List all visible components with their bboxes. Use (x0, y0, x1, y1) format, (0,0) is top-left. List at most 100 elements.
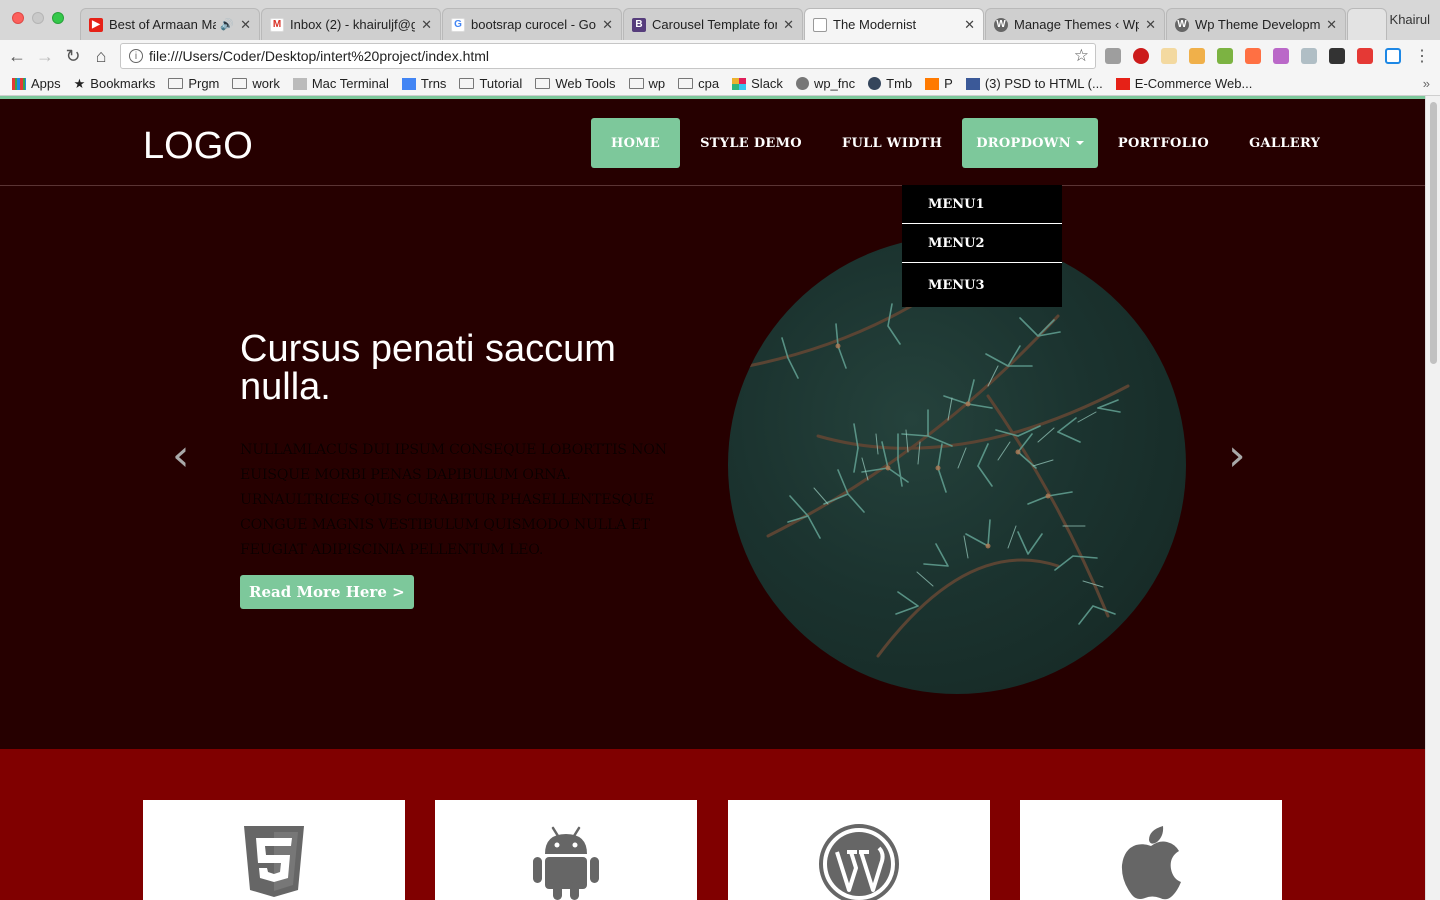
nav-home[interactable]: Home (591, 118, 681, 168)
bookmark-item[interactable]: wp (628, 76, 666, 91)
browser-tab[interactable]: G bootsrap curocel - Go ✕ (442, 8, 622, 40)
page-scrollbar[interactable] (1425, 96, 1440, 900)
bookmark-label: Web Tools (555, 76, 616, 91)
bookmark-star-icon[interactable]: ☆ (1074, 46, 1089, 66)
slack-icon (732, 77, 747, 90)
bookmark-item[interactable]: (3) PSD to HTML (... (965, 76, 1103, 91)
feature-card-apple[interactable] (1020, 800, 1282, 900)
browser-tab-active[interactable]: The Modernist ✕ (804, 8, 984, 40)
bookmark-item[interactable]: Tmb (868, 76, 912, 91)
bookmark-item[interactable]: Trns (401, 76, 446, 91)
dropdown-item-menu2[interactable]: Menu2 (902, 224, 1062, 263)
bookmark-label: Tmb (886, 76, 913, 91)
bookmark-label: Bookmarks (90, 76, 156, 91)
bookmark-item[interactable]: ★ Bookmarks (74, 76, 156, 92)
menu-dots-icon[interactable]: ⋮ (1411, 45, 1433, 67)
dropdown-item-menu1[interactable]: Menu1 (902, 185, 1062, 224)
notes-extension-icon[interactable] (1161, 48, 1177, 64)
feature-card-html5[interactable] (143, 800, 405, 900)
browser-tab[interactable]: M Inbox (2) - khairuljf@g ✕ (261, 8, 441, 40)
site-logo[interactable]: LOGO (143, 125, 253, 168)
picker-extension-icon[interactable] (1301, 48, 1317, 64)
caret-down-icon (1075, 141, 1084, 145)
bookmark-item[interactable]: wp_fnc (795, 76, 856, 91)
address-url: file:///Users/Coder/Desktop/intert%20pro… (149, 48, 490, 64)
bookmark-label: wp (648, 76, 666, 91)
wordpress-icon: W (1175, 17, 1189, 32)
bookmark-label: wp_fnc (813, 76, 856, 91)
bookmarks-overflow-button[interactable]: » (1423, 76, 1430, 91)
tab-title: Carousel Template for (652, 17, 778, 32)
close-tab-icon[interactable]: ✕ (1145, 17, 1156, 33)
bookmarks-bar: Apps ★ Bookmarks Prgm work Mac Terminal T… (0, 72, 1440, 96)
browser-tab[interactable]: W Wp Theme Developm ✕ (1166, 8, 1346, 40)
bookmark-item[interactable]: Mac Terminal (292, 76, 389, 91)
folder-icon (459, 78, 475, 89)
red-extension-icon[interactable] (1357, 48, 1373, 64)
profile-name[interactable]: Khairul (1390, 12, 1430, 27)
feature-card-wordpress[interactable] (728, 800, 990, 900)
close-tab-icon[interactable]: ✕ (421, 17, 432, 33)
zoom-window-button[interactable] (52, 12, 64, 24)
nav-portfolio[interactable]: Portfolio (1098, 118, 1229, 168)
close-window-button[interactable] (12, 12, 24, 24)
address-bar[interactable]: i file:///Users/Coder/Desktop/intert%20p… (120, 43, 1096, 69)
tab-title: The Modernist (833, 17, 917, 32)
browser-tab[interactable]: B Carousel Template for ✕ (623, 8, 803, 40)
bootstrap-icon: B (632, 17, 646, 32)
bookmark-item[interactable]: Web Tools (535, 76, 616, 91)
speaker-icon: 🔊 (220, 19, 235, 31)
bookmark-label: cpa (698, 76, 720, 91)
nav-gallery[interactable]: Gallery (1229, 118, 1340, 168)
dropdown-item-menu3[interactable]: Menu3 (902, 263, 1062, 307)
carousel-next-icon[interactable]: › (1228, 434, 1258, 478)
scrollbar-thumb[interactable] (1430, 102, 1437, 364)
feature-card-android[interactable] (435, 800, 697, 900)
minimize-window-button[interactable] (32, 12, 44, 24)
tab-title: bootsrap curocel - Go (471, 17, 597, 32)
browser-tab[interactable]: W Manage Themes ‹ Wp ✕ (985, 8, 1165, 40)
bookmark-label: (3) PSD to HTML (... (984, 76, 1103, 91)
bookmark-item[interactable]: Tutorial (459, 76, 522, 91)
tab-title: Wp Theme Developm (1195, 17, 1321, 32)
plus-extension-icon[interactable] (1245, 48, 1261, 64)
tab-extension-icon[interactable] (1329, 48, 1345, 64)
screen-extension-icon[interactable] (1385, 48, 1401, 64)
wordpress-icon (795, 77, 809, 90)
forward-arrow-icon[interactable]: → (34, 45, 56, 67)
folder-icon (168, 78, 184, 89)
main-nav: Home Style Demo Full Width Dropdown Port… (591, 118, 1340, 168)
back-arrow-icon[interactable]: ← (6, 45, 28, 67)
bookmark-item[interactable]: Prgm (168, 76, 219, 91)
home-icon[interactable]: ⌂ (90, 45, 112, 67)
nav-full-width[interactable]: Full Width (822, 118, 962, 168)
bookmark-item[interactable]: E-Commerce Web... (1115, 76, 1252, 91)
close-tab-icon[interactable]: ✕ (240, 17, 251, 33)
camera-extension-icon[interactable] (1105, 48, 1121, 64)
pen-extension-icon[interactable] (1273, 48, 1289, 64)
info-icon[interactable]: i (129, 49, 143, 63)
read-more-button[interactable]: Read More Here > (240, 575, 414, 609)
reload-icon[interactable]: ↻ (62, 45, 84, 67)
js-extension-icon[interactable] (1217, 48, 1233, 64)
bookmark-label: Apps (31, 76, 61, 91)
bookmark-item[interactable]: Slack (732, 76, 783, 91)
tab-title: Manage Themes ‹ Wp (1014, 17, 1140, 32)
opera-extension-icon[interactable] (1133, 48, 1149, 64)
bookmark-item[interactable]: work (232, 76, 280, 91)
browser-tab[interactable]: ▶ Best of Armaan Ma 🔊 ✕ (80, 8, 260, 40)
close-tab-icon[interactable]: ✕ (602, 17, 613, 33)
new-tab-button[interactable] (1347, 8, 1387, 40)
p-icon (925, 77, 940, 90)
close-tab-icon[interactable]: ✕ (783, 17, 794, 33)
bookmark-item[interactable]: cpa (678, 76, 719, 91)
carousel-prev-icon[interactable]: ‹ (172, 434, 202, 478)
bookmark-extension-icon[interactable] (1189, 48, 1205, 64)
bookmark-item[interactable]: P (925, 76, 953, 91)
close-tab-icon[interactable]: ✕ (964, 17, 975, 33)
bookmark-item[interactable]: Apps (12, 76, 61, 91)
nav-dropdown[interactable]: Dropdown (962, 118, 1098, 168)
youtube-icon (1115, 77, 1130, 90)
close-tab-icon[interactable]: ✕ (1326, 17, 1337, 33)
nav-style-demo[interactable]: Style Demo (680, 118, 822, 168)
